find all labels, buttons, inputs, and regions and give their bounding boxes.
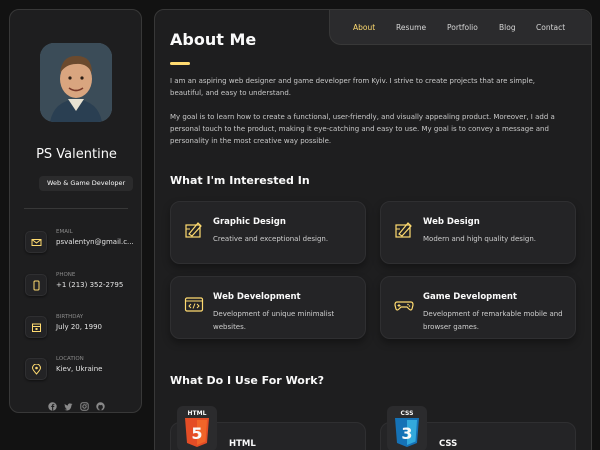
design-pen-icon — [184, 220, 204, 240]
contact-label: Birthday — [56, 314, 84, 320]
nav-resume[interactable]: Resume — [396, 23, 426, 32]
social-links — [48, 396, 106, 411]
contact-label: Phone — [56, 272, 76, 278]
nav-about[interactable]: About — [353, 23, 375, 32]
main-content: About Resume Portfolio Blog Contact Abou… — [154, 9, 592, 450]
tools-heading: What Do I Use For Work? — [170, 374, 324, 387]
interest-card-game-development: Game Development Development of remarkab… — [380, 276, 576, 339]
card-description: Creative and exceptional design. — [213, 235, 329, 243]
interests-heading: What I'm Interested In — [170, 174, 310, 187]
page-title: About Me — [170, 30, 257, 49]
location-value: Kiev, Ukraine — [56, 365, 103, 373]
contact-label: Location — [56, 356, 84, 362]
divider — [24, 208, 128, 209]
card-title: Game Development — [423, 292, 517, 302]
profile-title-badge: Web & Game Developer — [39, 176, 134, 191]
github-icon[interactable] — [96, 396, 105, 411]
contact-birthday: Birthday July 20, 1990 — [25, 314, 135, 338]
phone-link[interactable]: +1 (213) 352-2795 — [56, 281, 123, 289]
calendar-icon — [25, 316, 47, 338]
logo-text: HTML — [188, 410, 207, 417]
nav-portfolio[interactable]: Portfolio — [447, 23, 478, 32]
nav-contact[interactable]: Contact — [536, 23, 565, 32]
phone-icon — [25, 274, 47, 296]
interest-card-graphic-design: Graphic Design Creative and exceptional … — [170, 201, 366, 264]
mail-icon — [25, 231, 47, 253]
card-title: Web Development — [213, 292, 301, 302]
birthday-value: July 20, 1990 — [56, 323, 102, 331]
html5-logo-icon: HTML 5 — [177, 406, 217, 450]
instagram-icon[interactable] — [80, 396, 89, 411]
interest-card-web-design: Web Design Modern and high quality desig… — [380, 201, 576, 264]
contact-email: Email psvalentyn@gmail.c... — [25, 229, 135, 253]
svg-text:3: 3 — [401, 424, 412, 443]
tool-card-css: CSS 3 CSS — [380, 406, 576, 450]
facebook-icon[interactable] — [48, 396, 57, 411]
design-pen-icon — [394, 220, 414, 240]
interest-card-web-development: Web Development Development of unique mi… — [170, 276, 366, 339]
tool-card-html: HTML 5 HTML — [170, 406, 366, 450]
top-navbar: About Resume Portfolio Blog Contact — [329, 10, 591, 45]
card-description: Modern and high quality design. — [423, 235, 536, 243]
card-description: Development of remarkable mobile and bro… — [423, 310, 563, 331]
sidebar: PS Valentine Web & Game Developer Email … — [9, 9, 142, 413]
contact-label: Email — [56, 229, 73, 235]
contact-location: Location Kiev, Ukraine — [25, 356, 135, 380]
nav-blog[interactable]: Blog — [499, 23, 516, 32]
location-pin-icon — [25, 358, 47, 380]
tool-name: CSS — [439, 439, 458, 449]
about-paragraph: I am an aspiring web designer and game d… — [170, 77, 536, 97]
gamepad-icon — [394, 295, 414, 315]
tool-name: HTML — [229, 439, 256, 449]
card-title: Graphic Design — [213, 217, 286, 227]
logo-text: CSS — [401, 410, 414, 417]
email-link[interactable]: psvalentyn@gmail.c... — [56, 238, 134, 246]
card-title: Web Design — [423, 217, 480, 227]
contact-phone: Phone +1 (213) 352-2795 — [25, 272, 135, 296]
code-window-icon — [184, 295, 204, 315]
avatar — [40, 43, 112, 122]
card-description: Development of unique minimalist website… — [213, 310, 335, 331]
title-underline — [170, 62, 190, 65]
about-paragraph: My goal is to learn how to create a func… — [170, 113, 555, 145]
css3-logo-icon: CSS 3 — [387, 406, 427, 450]
profile-name: PS Valentine — [36, 147, 117, 162]
twitter-icon[interactable] — [64, 396, 73, 411]
svg-text:5: 5 — [191, 424, 202, 443]
